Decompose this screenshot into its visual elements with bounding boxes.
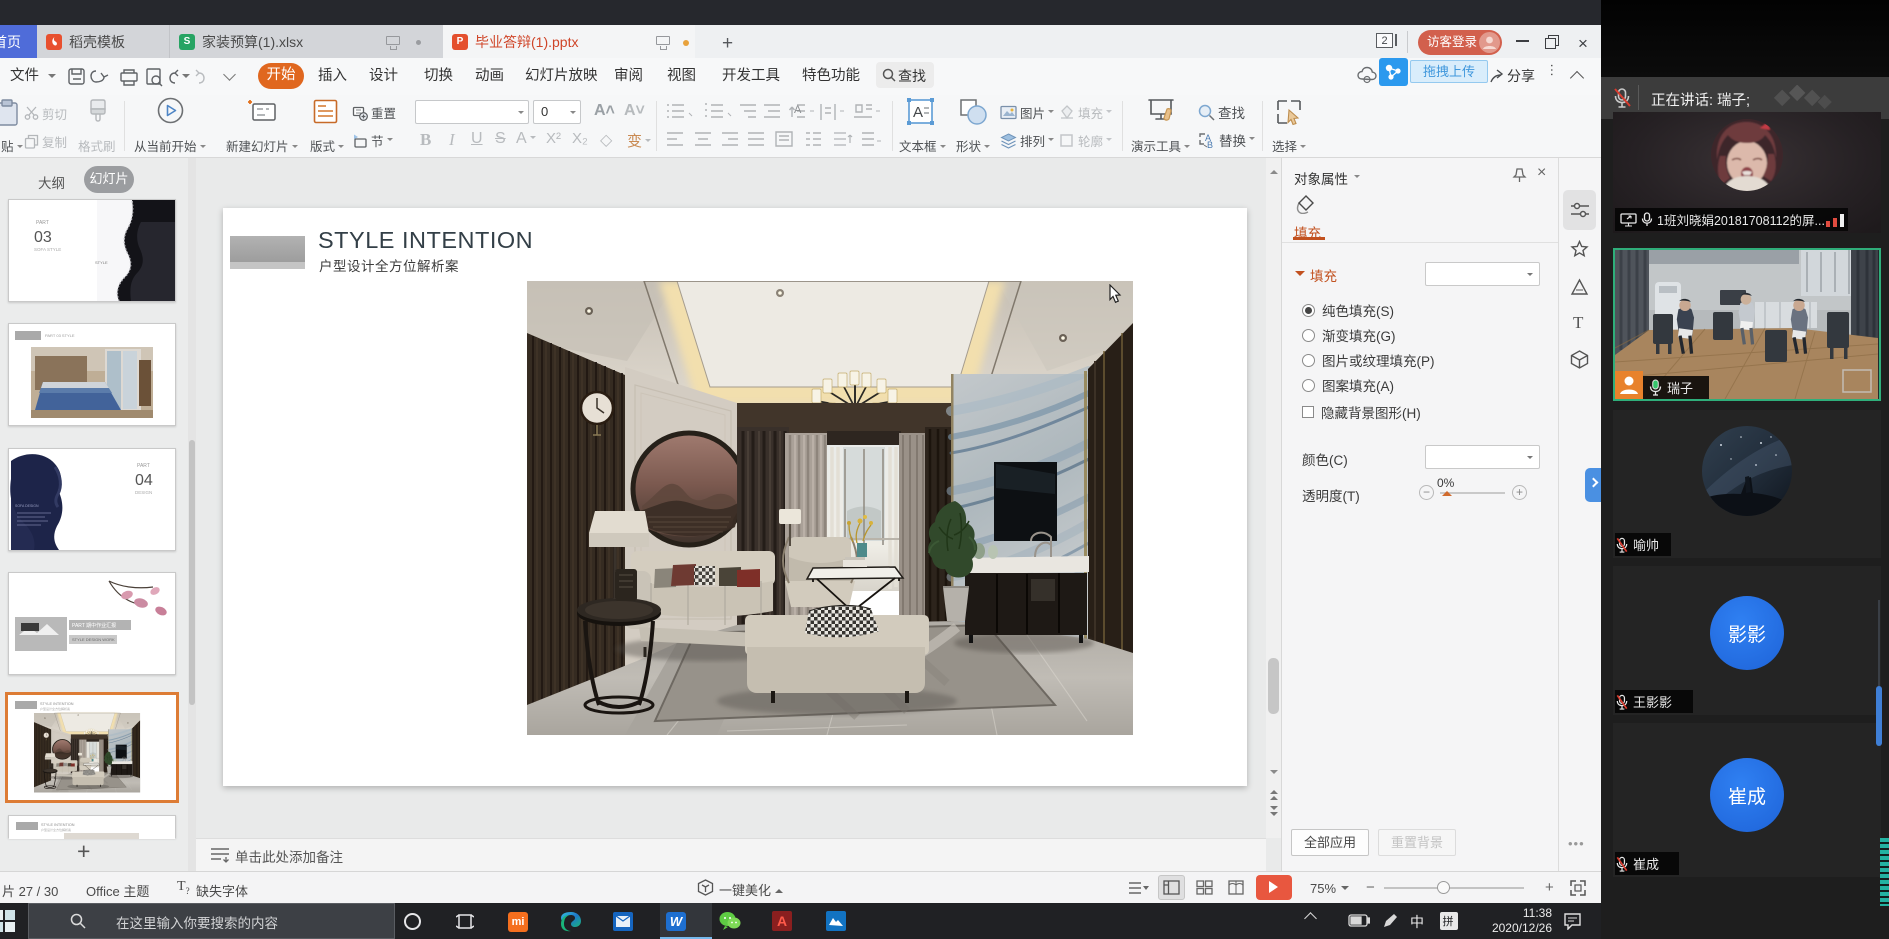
- svg-text:户型设计全方位解析案: 户型设计全方位解析案: [40, 706, 70, 711]
- svg-text:SOFA STYLE: SOFA STYLE: [34, 247, 61, 252]
- svg-text:STYLE INTENTION: STYLE INTENTION: [40, 702, 74, 706]
- svg-text:户型设计全方位解析案: 户型设计全方位解析案: [41, 827, 71, 832]
- svg-text:拼: 拼: [1443, 914, 1454, 928]
- svg-text:A: A: [794, 104, 802, 116]
- svg-text:B: B: [1207, 140, 1213, 149]
- svg-text:PART 期中作业汇报: PART 期中作业汇报: [72, 622, 116, 629]
- svg-text:PART: PART: [137, 463, 150, 469]
- svg-text:STYLE DESIGN WORK: STYLE DESIGN WORK: [72, 637, 115, 642]
- svg-text:A: A: [913, 104, 923, 121]
- svg-text:PART 03 STYLE: PART 03 STYLE: [45, 333, 75, 338]
- svg-text:SOFA DESIGN: SOFA DESIGN: [15, 504, 39, 508]
- svg-text:04: 04: [135, 472, 153, 489]
- svg-text:03: 03: [34, 229, 52, 246]
- svg-text:PART: PART: [36, 220, 49, 226]
- svg-text:DESIGN: DESIGN: [135, 490, 152, 495]
- svg-text:STYLE: STYLE: [95, 260, 108, 265]
- svg-text:STYLE INTENTION: STYLE INTENTION: [41, 823, 75, 827]
